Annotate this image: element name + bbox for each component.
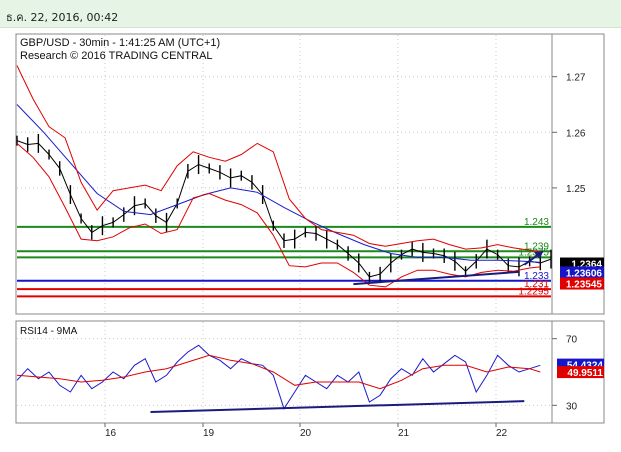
x-tick-label-0: 16 [105, 428, 117, 439]
price-tick-label-2: 1.27 [566, 73, 586, 84]
x-axis: 16 19 20 21 22 [104, 423, 508, 439]
price-tick-label-0: 1.25 [566, 184, 586, 195]
x-tick-label-3: 21 [398, 428, 410, 439]
level-label-5: 1.2295 [518, 286, 549, 297]
x-tick-label-2: 20 [300, 428, 312, 439]
level-label-0: 1.243 [524, 217, 549, 228]
price-panel-frame [15, 33, 553, 315]
price-tag-2: 1.23545 [566, 280, 603, 291]
price-tick-label-1: 1.26 [566, 128, 586, 139]
rsi-title: RSI14 - 9MA [20, 326, 78, 337]
x-tick-label-4: 22 [496, 428, 508, 439]
rsi-tick-label-0: 30 [566, 401, 578, 412]
chart-canvas: 1.2431.2391.23751.2331.2311.2295 GBP/USD… [15, 33, 605, 439]
rsi-tick-label-1: 70 [566, 335, 578, 346]
chart-title: GBP/USD - 30min - 1:41:25 AM (UTC+1) [20, 37, 220, 49]
chart-subtitle: Research © 2016 TRADING CENTRAL [20, 50, 213, 62]
rsi-tag-1: 49.9511 [567, 368, 603, 379]
x-tick-label-1: 19 [203, 428, 215, 439]
